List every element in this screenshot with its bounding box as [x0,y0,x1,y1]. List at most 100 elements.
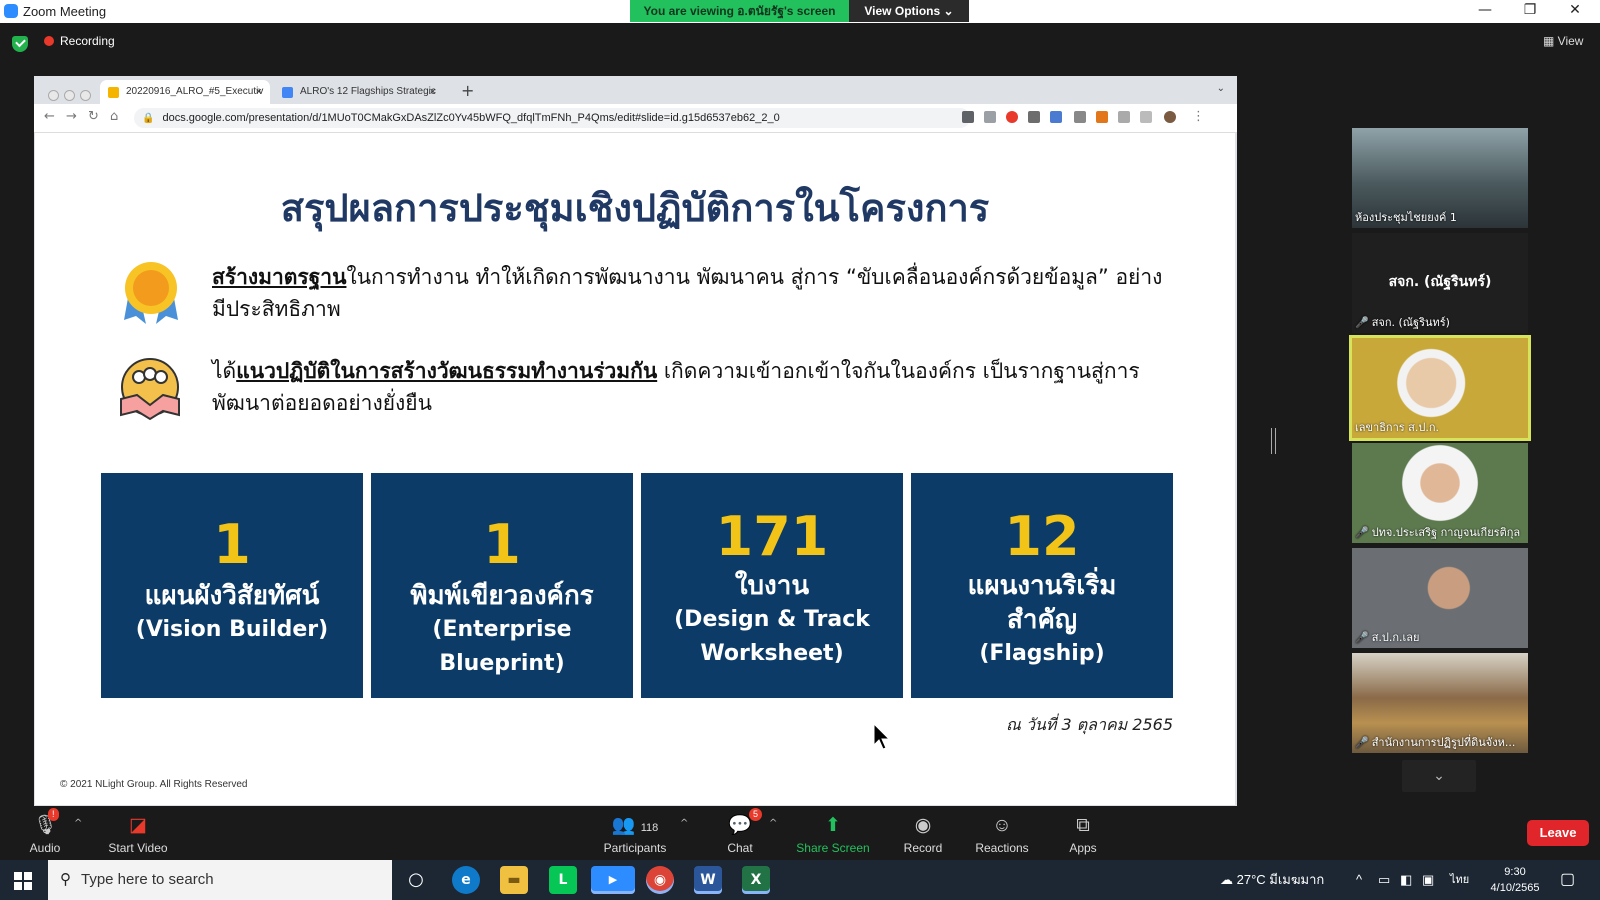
opera-extension-icon[interactable] [1006,111,1018,123]
chat-label: Chat [727,841,753,855]
camera-icon[interactable] [1074,111,1086,123]
windows-taskbar: ⚲ Type here to search ○ e ▬ L ▶ ◉ W X ☁ 2… [0,860,1600,900]
box-subtitle: (Design & Track Worksheet) [674,607,870,666]
taskbar-search-box[interactable]: ⚲ Type here to search [48,860,392,900]
mouse-cursor-icon [873,723,891,750]
participants-options-caret[interactable]: ^ [680,818,688,829]
puzzle-icon[interactable] [1118,111,1130,123]
address-bar[interactable]: 🔒 docs.google.com/presentation/d/1MUoT0CM… [134,108,970,128]
chat-button[interactable]: 💬 5 Chat [695,808,785,855]
new-tab-button[interactable]: + [461,81,474,100]
participant-tile[interactable]: สจก. (ณัฐรินทร์) 🎤 สจก. (ณัฐรินทร์) [1352,233,1528,333]
bullet1-text: ในการทำงาน ทำให้เกิดการพัฒนางาน พัฒนาคน … [212,265,1163,321]
windows-start-icon[interactable] [14,872,32,890]
excel-icon[interactable]: X [742,866,770,894]
extension-icon[interactable] [962,111,974,123]
forward-arrow-icon[interactable]: → [66,109,77,124]
chat-options-caret[interactable]: ^ [769,818,777,829]
extension-icon[interactable] [1028,111,1040,123]
apps-button[interactable]: ⧉ Apps [1038,808,1128,855]
reactions-button[interactable]: ☺ Reactions [957,808,1047,855]
window-title: Zoom Meeting [23,4,107,19]
sidepanel-icon[interactable] [1140,111,1152,123]
google-drive-icon [282,87,293,98]
taskbar-clock[interactable]: 9:30 4/10/2565 [1480,864,1550,896]
tray-overflow-icon[interactable]: ^ [1356,860,1362,900]
window-traffic-lights [48,86,96,105]
minimize-button[interactable]: — [1470,2,1500,18]
metamask-icon[interactable] [1096,111,1108,123]
line-app-icon[interactable]: L [549,866,577,894]
participant-tile-active-speaker[interactable]: เลขาธิการ ส.ป.ก. [1349,335,1531,441]
menu-dots-icon[interactable]: ⋮ [1192,109,1205,124]
recording-indicator[interactable]: Recording [44,34,115,48]
summary-boxes: 1 แผนผังวิสัยทัศน์ (Vision Builder) 1 พิ… [101,473,1173,698]
presentation-slide: สรุปผลการประชุมเชิงปฏิบัติการในโครงการ ส… [35,133,1235,805]
participant-tile[interactable]: 🎤 ปทจ.ประเสริฐ กาญจนเกียรติกุล [1352,443,1528,543]
participant-tile[interactable]: 🎤 สำนักงานการปฏิรูปที่ดินจังห... [1352,653,1528,753]
box-subtitle: (Enterprise Blueprint) [432,617,572,676]
chevron-down-icon: ⌄ [943,4,954,18]
gallery-scroll-down-button[interactable]: ⌄ [1402,760,1476,792]
display-icon[interactable]: ▣ [1422,860,1434,900]
participant-tile[interactable]: 🎤 ส.ป.ก.เลย [1352,548,1528,648]
google-slides-icon [108,87,119,98]
cortana-icon[interactable]: ○ [402,866,430,894]
leave-button[interactable]: Leave [1527,820,1589,846]
reload-icon[interactable]: ↻ [88,109,99,124]
box-subtitle: (Flagship) [979,641,1105,666]
apps-label: Apps [1069,841,1097,855]
back-arrow-icon[interactable]: ← [44,109,55,124]
view-options-button[interactable]: View Options ⌄ [849,0,969,22]
participant-name: 🎤 ปทจ.ประเสริฐ กาญจนเกียรติกุล [1355,526,1521,539]
start-video-label: Start Video [108,841,168,855]
word-icon[interactable]: W [694,866,722,894]
search-icon: ⚲ [60,871,71,888]
weather-widget[interactable]: ☁ 27°C มีเมฆมาก [1220,860,1324,900]
share-screen-icon: ⬆ [825,815,841,836]
volume-icon[interactable]: ◧ [1400,860,1412,900]
share-screen-button[interactable]: ⬆ Share Screen [788,808,878,855]
slide-bullet-1: สร้างมาตรฐานในการทำงาน ทำให้เกิดการพัฒนา… [212,261,1172,325]
notification-icon[interactable]: ▢ [1560,860,1575,900]
zoom-app-icon[interactable]: ▶ [591,866,635,894]
participant-tile[interactable]: ห้องประชุมไชยยงค์ 1 [1352,128,1528,228]
extension-icon[interactable] [984,111,996,123]
maximize-button[interactable]: ❐ [1515,2,1545,18]
close-button[interactable]: ✕ [1560,2,1590,18]
translate-icon[interactable] [1050,111,1062,123]
box-number: 1 [483,513,521,576]
home-icon[interactable]: ⌂ [110,109,118,124]
tab-search-icon[interactable]: ⌄ [1217,83,1225,94]
network-icon[interactable]: ▭ [1378,860,1390,900]
edge-icon[interactable]: e [452,866,480,894]
browser-tab-slides[interactable]: 20220916_ALRO_#5_Executiv × [100,80,270,104]
chrome-icon[interactable]: ◉ [646,866,674,894]
participants-button[interactable]: 👥 118 Participants [585,808,685,855]
view-layout-button[interactable]: ▦ View [1543,34,1583,48]
panel-resize-handle[interactable] [1271,428,1276,454]
share-screen-label: Share Screen [796,841,870,855]
zoom-logo-icon [4,4,18,18]
security-shield-icon[interactable] [12,36,28,52]
audio-button[interactable]: 🎙! Audio [0,808,90,855]
browser-tab-flagships[interactable]: ALRO's 12 Flagships Strategic × [274,80,444,104]
audio-label: Audio [29,841,61,855]
lock-icon: 🔒 [142,113,155,124]
audio-options-caret[interactable]: ^ [74,818,82,829]
participant-name: 🎤 สจก. (ณัฐรินทร์) [1355,316,1450,329]
record-button[interactable]: ◉ Record [878,808,968,855]
tab-close-icon[interactable]: × [256,80,262,104]
language-indicator[interactable]: ไทย [1450,860,1469,900]
slide-title: สรุปผลการประชุมเชิงปฏิบัติการในโครงการ [280,186,990,230]
tab-close-icon[interactable]: × [430,80,436,104]
start-video-button[interactable]: ◪ Start Video [93,808,183,855]
profile-avatar[interactable] [1164,111,1176,123]
reactions-icon: ☺ [992,815,1012,836]
chat-unread-badge: 5 [749,808,763,821]
box-label: พิมพ์เขียวองค์กร [410,581,594,611]
summary-box-flagship: 12 แผนงานริเริ่มสำคัญ (Flagship) [911,473,1173,698]
file-explorer-icon[interactable]: ▬ [500,866,528,894]
view-options-label: View Options [864,4,941,18]
viewing-screen-banner: You are viewing อ.ตนัยรัฐ's screen [630,0,849,22]
